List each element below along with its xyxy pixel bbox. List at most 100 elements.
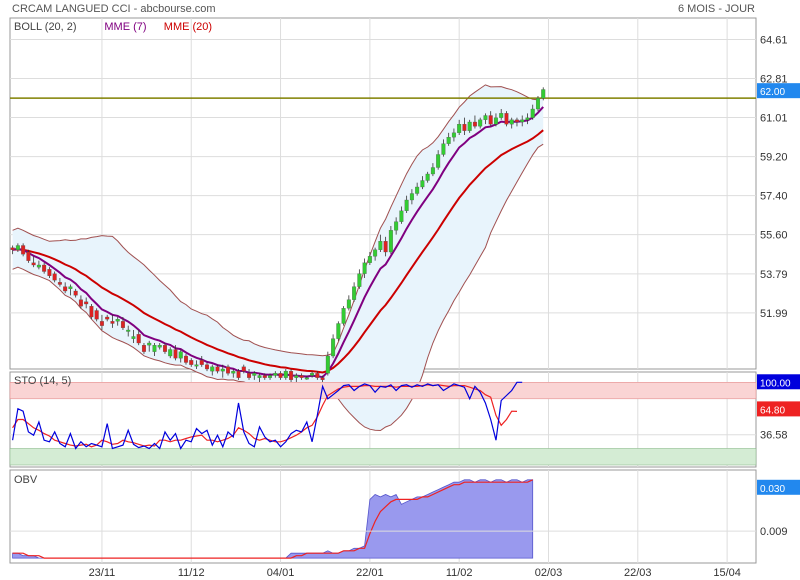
candle-body: [331, 338, 336, 357]
candle-body: [57, 282, 62, 285]
obv-tick-label: 0.009: [760, 526, 788, 538]
candle-body: [115, 319, 120, 322]
candle-body: [304, 377, 309, 380]
candle-body: [451, 132, 456, 138]
candle-body: [514, 119, 519, 123]
candle-body: [530, 108, 535, 118]
candle-body: [36, 264, 41, 268]
candle-body: [373, 249, 378, 257]
candle-body: [78, 299, 83, 307]
candle-body: [68, 286, 73, 289]
candle-body: [430, 167, 435, 175]
candle-body: [26, 251, 31, 261]
candle-body: [47, 269, 52, 276]
price-legend-0: BOLL (20, 2): [14, 21, 77, 33]
candle-body: [541, 89, 546, 99]
candle-body: [63, 286, 68, 292]
candle-body: [483, 115, 488, 120]
price-tick-label: 59.20: [760, 152, 788, 164]
price-tick-label: 57.40: [760, 191, 788, 203]
sto-tick-label: 36.58: [760, 430, 788, 442]
candle-body: [404, 199, 409, 211]
candle-body: [215, 366, 220, 372]
candle-body: [362, 262, 367, 274]
x-tick-label: 11/12: [178, 567, 205, 579]
candle-body: [320, 377, 325, 380]
candle-body: [383, 241, 388, 253]
candle-body: [141, 345, 146, 352]
candle-body: [226, 366, 231, 374]
candle-body: [467, 121, 472, 131]
candle-body: [325, 355, 330, 374]
candle-body: [357, 273, 362, 287]
sto-k-last-value: 100.00: [760, 378, 791, 389]
candle-body: [241, 366, 246, 372]
candle-body: [168, 349, 173, 357]
stock-chart: 23/11 11/12 04/01 22/01 11/02 02/03 22/03 15/04…: [9, 17, 800, 579]
candle-body: [289, 371, 294, 380]
x-tick-label: 23/11: [89, 567, 116, 579]
candle-body: [199, 360, 204, 365]
candle-body: [457, 124, 462, 133]
candle-body: [184, 355, 188, 363]
sto-overbought-zone: [9, 382, 757, 400]
obv-last-value: 0.030: [760, 484, 785, 495]
price-tick-label: 53.79: [760, 269, 788, 281]
candle-body: [299, 375, 304, 378]
candle-body: [520, 119, 525, 123]
candle-body: [388, 230, 393, 253]
candle-body: [162, 345, 167, 352]
candle-body: [415, 186, 420, 194]
candle-body: [394, 221, 399, 231]
candle-body: [535, 98, 540, 110]
price-legend-2: MME (20): [164, 21, 212, 33]
candle-body: [294, 375, 299, 378]
candle-body: [352, 286, 357, 300]
candle-body: [488, 115, 493, 125]
candle-body: [126, 329, 131, 332]
candle-body: [42, 264, 47, 272]
candle-body: [278, 373, 283, 378]
candle-body: [205, 364, 209, 370]
price-last-value: 62.00: [760, 87, 785, 98]
candle-body: [341, 308, 346, 324]
candle-body: [509, 119, 514, 125]
price-tick-label: 55.60: [760, 230, 788, 242]
candle-body: [478, 119, 483, 127]
candle-body: [420, 180, 425, 188]
candle-body: [504, 113, 509, 125]
candle-body: [189, 360, 194, 365]
candle-body: [257, 375, 262, 378]
candle-body: [247, 373, 252, 378]
candle-body: [231, 371, 236, 374]
candle-body: [99, 321, 104, 326]
candle-body: [499, 113, 504, 118]
candle-body: [446, 137, 451, 144]
candle-body: [73, 290, 78, 296]
candle-body: [273, 373, 278, 376]
x-tick-label: 22/01: [356, 567, 384, 579]
candle-body: [378, 241, 383, 250]
candle-body: [15, 245, 20, 250]
candle-body: [89, 306, 94, 318]
candle-body: [120, 321, 125, 328]
candle-body: [472, 121, 477, 127]
candle-body: [31, 262, 36, 266]
candle-body: [210, 366, 215, 372]
candle-body: [315, 373, 320, 378]
sto-oversold-zone: [9, 448, 757, 466]
candle-body: [310, 373, 315, 376]
candle-body: [268, 375, 273, 378]
candle-body: [441, 143, 446, 155]
candle-body: [105, 316, 110, 320]
candle-body: [399, 210, 404, 222]
candle-body: [21, 245, 26, 255]
candle-body: [336, 323, 341, 339]
candle-body: [10, 247, 15, 250]
obv-legend: OBV: [14, 474, 38, 486]
x-tick-label: 11/02: [446, 567, 473, 579]
x-tick-label: 04/01: [267, 567, 295, 579]
candle-body: [220, 368, 225, 372]
price-legend-1: MME (7): [104, 21, 146, 33]
candle-body: [173, 349, 178, 359]
